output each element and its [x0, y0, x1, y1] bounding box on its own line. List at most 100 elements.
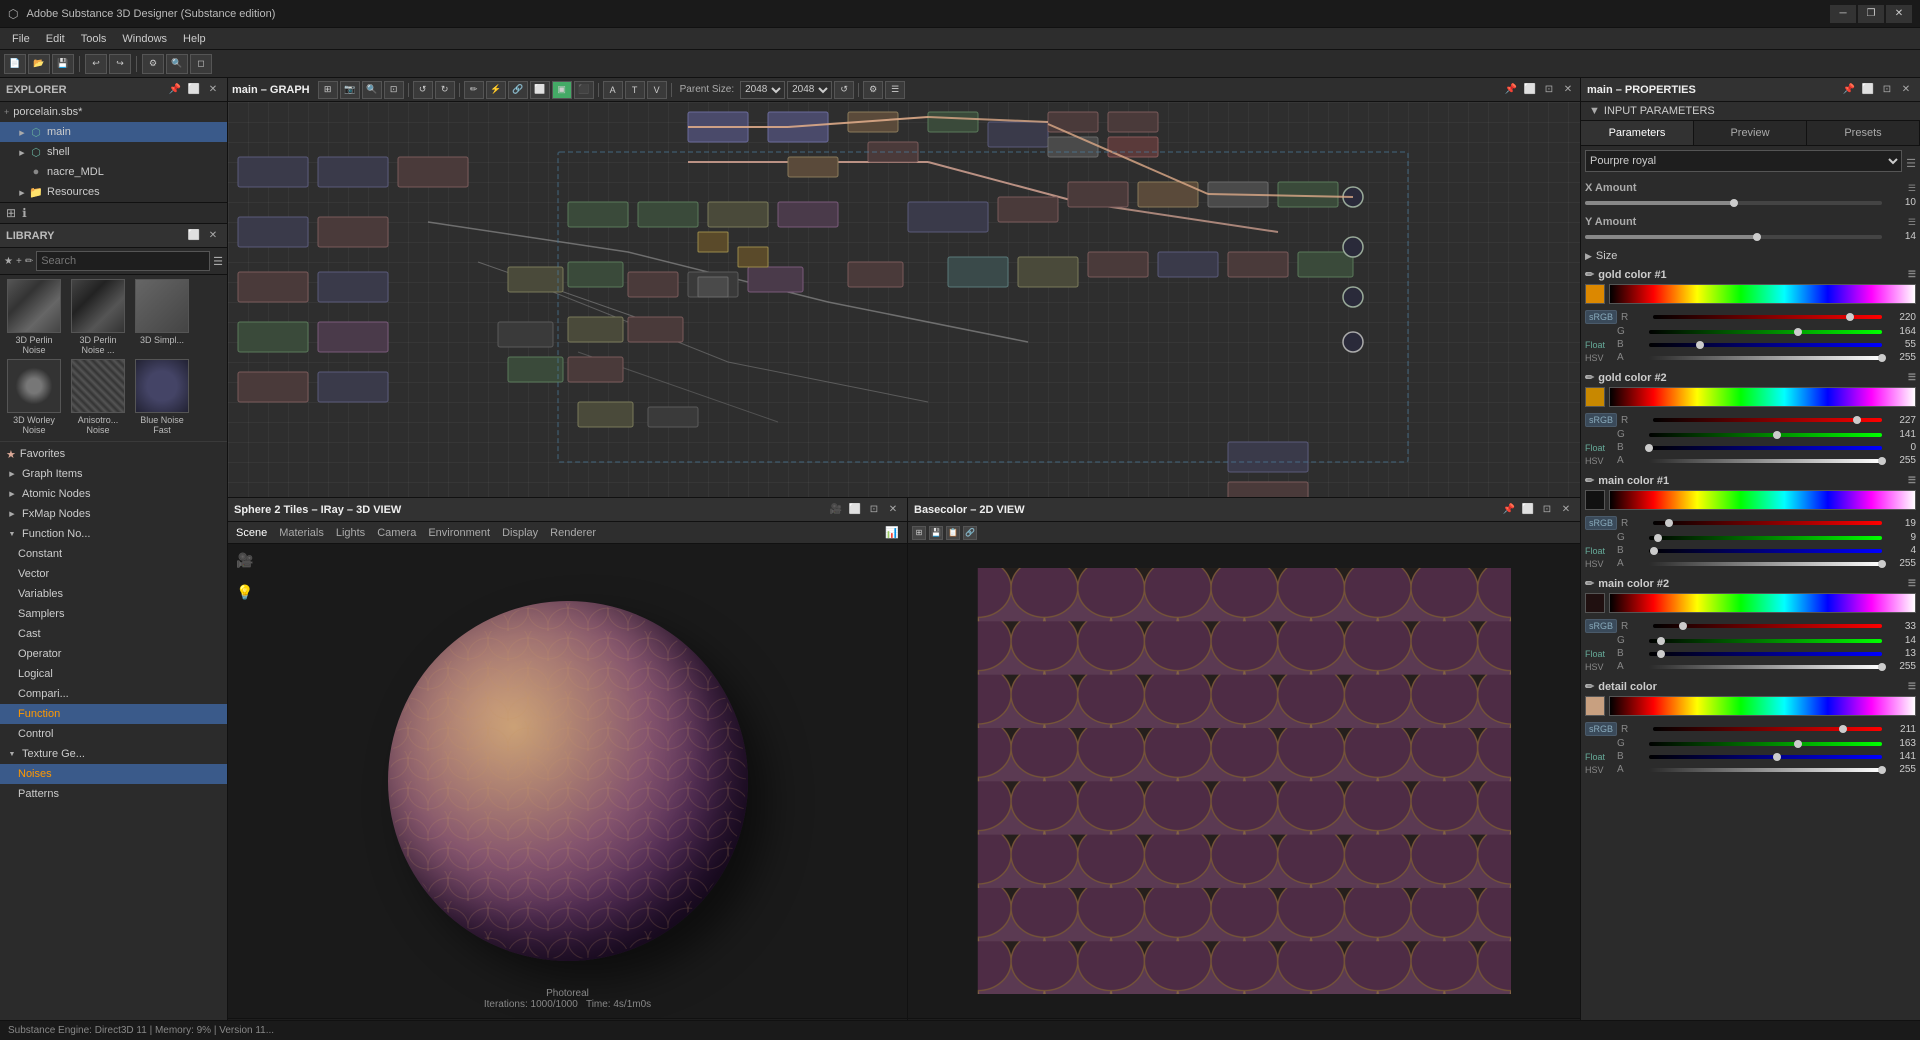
- view-2d-tb-4[interactable]: 🔗: [963, 526, 977, 540]
- graph-tb-1[interactable]: ⊞: [318, 81, 338, 99]
- main-color-2-r-thumb[interactable]: [1679, 622, 1687, 630]
- graph-tb-menu[interactable]: ☰: [885, 81, 905, 99]
- tree-item-resources[interactable]: 📁 Resources: [0, 182, 227, 202]
- lib-cat-logical[interactable]: Logical: [0, 664, 227, 684]
- detail-color-a-slider[interactable]: [1649, 768, 1882, 772]
- lib-thumb-aniso[interactable]: Anisotro... Noise: [68, 359, 128, 435]
- undo-button[interactable]: ↩: [85, 54, 107, 74]
- gold-color-1-g-slider[interactable]: [1649, 330, 1882, 334]
- gold-color-2-b-slider[interactable]: [1649, 446, 1882, 450]
- view-3d-tab-display[interactable]: Display: [502, 527, 538, 539]
- gold-color-2-r-thumb[interactable]: [1853, 416, 1861, 424]
- lib-cat-fxmap[interactable]: FxMap Nodes: [0, 504, 227, 524]
- tree-item-shell[interactable]: ⬡ shell: [0, 142, 227, 162]
- menu-edit[interactable]: Edit: [38, 31, 73, 47]
- gold-color-1-pencil[interactable]: ✏: [1585, 268, 1594, 281]
- gold-color-1-b-slider[interactable]: [1649, 343, 1882, 347]
- props-tab-preview[interactable]: Preview: [1694, 121, 1807, 145]
- toolbar-btn-4[interactable]: 🔍: [166, 54, 188, 74]
- graph-tb-11[interactable]: ⬛: [574, 81, 594, 99]
- main-color-1-a-thumb[interactable]: [1878, 560, 1886, 568]
- gold-color-2-pencil[interactable]: ✏: [1585, 371, 1594, 384]
- gold-color-2-r-slider[interactable]: [1653, 418, 1882, 422]
- open-button[interactable]: 📂: [28, 54, 50, 74]
- graph-tb-10[interactable]: ▣: [552, 81, 572, 99]
- panel-icon-btn-1[interactable]: ⊞: [6, 206, 16, 220]
- lib-cat-cast[interactable]: Cast: [0, 624, 227, 644]
- gold-color-2-g-slider[interactable]: [1649, 433, 1882, 437]
- detail-color-a-thumb[interactable]: [1878, 766, 1886, 774]
- srgb-badge-5[interactable]: sRGB: [1585, 722, 1617, 736]
- library-close-button[interactable]: ✕: [205, 228, 221, 244]
- view-3d-tab-scene[interactable]: Scene: [236, 527, 267, 539]
- lib-thumb-simplex[interactable]: 3D Simpl...: [132, 279, 192, 355]
- gold-color-1-swatch[interactable]: [1585, 284, 1605, 304]
- window-controls[interactable]: ─ ❐ ✕: [1830, 5, 1912, 23]
- lib-cat-operator[interactable]: Operator: [0, 644, 227, 664]
- main-color-2-g-thumb[interactable]: [1657, 637, 1665, 645]
- main-color-1-g-thumb[interactable]: [1654, 534, 1662, 542]
- view-3d-tab-materials[interactable]: Materials: [279, 527, 324, 539]
- minimize-button[interactable]: ─: [1830, 5, 1856, 23]
- main-color-1-g-slider[interactable]: [1649, 536, 1882, 540]
- view-3d-camera-icon[interactable]: 🎥: [236, 552, 253, 569]
- graph-tb-refresh[interactable]: ↺: [834, 81, 854, 99]
- graph-tb-8[interactable]: 🔗: [508, 81, 528, 99]
- menu-file[interactable]: File: [4, 31, 38, 47]
- graph-tb-14[interactable]: V: [647, 81, 667, 99]
- graph-tb-2[interactable]: 📷: [340, 81, 360, 99]
- view-2d-close-btn[interactable]: ✕: [1558, 502, 1574, 518]
- view-3d-canvas[interactable]: 🎥 💡: [228, 544, 907, 1018]
- y-amount-thumb[interactable]: [1753, 233, 1761, 241]
- menu-tools[interactable]: Tools: [73, 31, 115, 47]
- main-color-1-gradient[interactable]: [1609, 490, 1916, 510]
- view-2d-tb-3[interactable]: 📋: [946, 526, 960, 540]
- gold-color-1-a-slider[interactable]: [1649, 356, 1882, 360]
- tree-item-add[interactable]: + porcelain.sbs*: [0, 102, 227, 122]
- lib-cat-function[interactable]: Function: [0, 704, 227, 724]
- srgb-badge-1[interactable]: sRGB: [1585, 310, 1617, 324]
- gold-color-1-b-thumb[interactable]: [1696, 341, 1704, 349]
- graph-tb-3[interactable]: 🔍: [362, 81, 382, 99]
- view-3d-light-icon[interactable]: 💡: [236, 584, 253, 601]
- main-color-1-options[interactable]: ☰: [1908, 475, 1916, 486]
- lib-thumb-blue[interactable]: Blue Noise Fast: [132, 359, 192, 435]
- lib-cat-variables[interactable]: Variables: [0, 584, 227, 604]
- view-2d-tb-2[interactable]: 💾: [929, 526, 943, 540]
- gold-color-2-gradient[interactable]: [1609, 387, 1916, 407]
- gold-color-2-a-thumb[interactable]: [1878, 457, 1886, 465]
- view-3d-tab-lights[interactable]: Lights: [336, 527, 365, 539]
- main-color-2-b-thumb[interactable]: [1657, 650, 1665, 658]
- new-button[interactable]: 📄: [4, 54, 26, 74]
- lib-cat-graphitems[interactable]: Graph Items: [0, 464, 227, 484]
- lib-cat-compari[interactable]: Compari...: [0, 684, 227, 704]
- main-color-2-pencil[interactable]: ✏: [1585, 577, 1594, 590]
- srgb-badge-4[interactable]: sRGB: [1585, 619, 1617, 633]
- view-3d-chart-btn[interactable]: 📊: [885, 526, 899, 539]
- graph-tb-fit[interactable]: ⊡: [384, 81, 404, 99]
- gold-color-2-b-thumb[interactable]: [1645, 444, 1653, 452]
- lib-cat-control[interactable]: Control: [0, 724, 227, 744]
- input-params-collapse-btn[interactable]: ▼: [1589, 105, 1600, 117]
- main-color-1-b-thumb[interactable]: [1650, 547, 1658, 555]
- menu-windows[interactable]: Windows: [114, 31, 175, 47]
- main-color-2-options[interactable]: ☰: [1908, 578, 1916, 589]
- lib-thumb-worley[interactable]: 3D Worley Noise: [4, 359, 64, 435]
- gold-color-1-options[interactable]: ☰: [1908, 269, 1916, 280]
- lib-cat-favorites[interactable]: ★ Favorites: [0, 444, 227, 464]
- lib-cat-samplers[interactable]: Samplers: [0, 604, 227, 624]
- props-tab-presets[interactable]: Presets: [1807, 121, 1920, 145]
- graph-tb-12[interactable]: A: [603, 81, 623, 99]
- graph-tb-settings[interactable]: ⚙: [863, 81, 883, 99]
- lib-cat-noises[interactable]: Noises: [0, 764, 227, 784]
- graph-tb-6[interactable]: ✏: [464, 81, 484, 99]
- gold-color-1-r-thumb[interactable]: [1846, 313, 1854, 321]
- graph-canvas[interactable]: [228, 102, 1580, 497]
- detail-color-b-slider[interactable]: [1649, 755, 1882, 759]
- library-expand-button[interactable]: ⬜: [186, 228, 202, 244]
- detail-color-g-thumb[interactable]: [1794, 740, 1802, 748]
- gold-color-1-r-slider[interactable]: [1653, 315, 1882, 319]
- view-2d-expand-btn[interactable]: ⬜: [1520, 502, 1536, 518]
- preset-select[interactable]: Pourpre royal: [1585, 150, 1902, 172]
- parent-size-select-2[interactable]: 2048: [787, 81, 832, 99]
